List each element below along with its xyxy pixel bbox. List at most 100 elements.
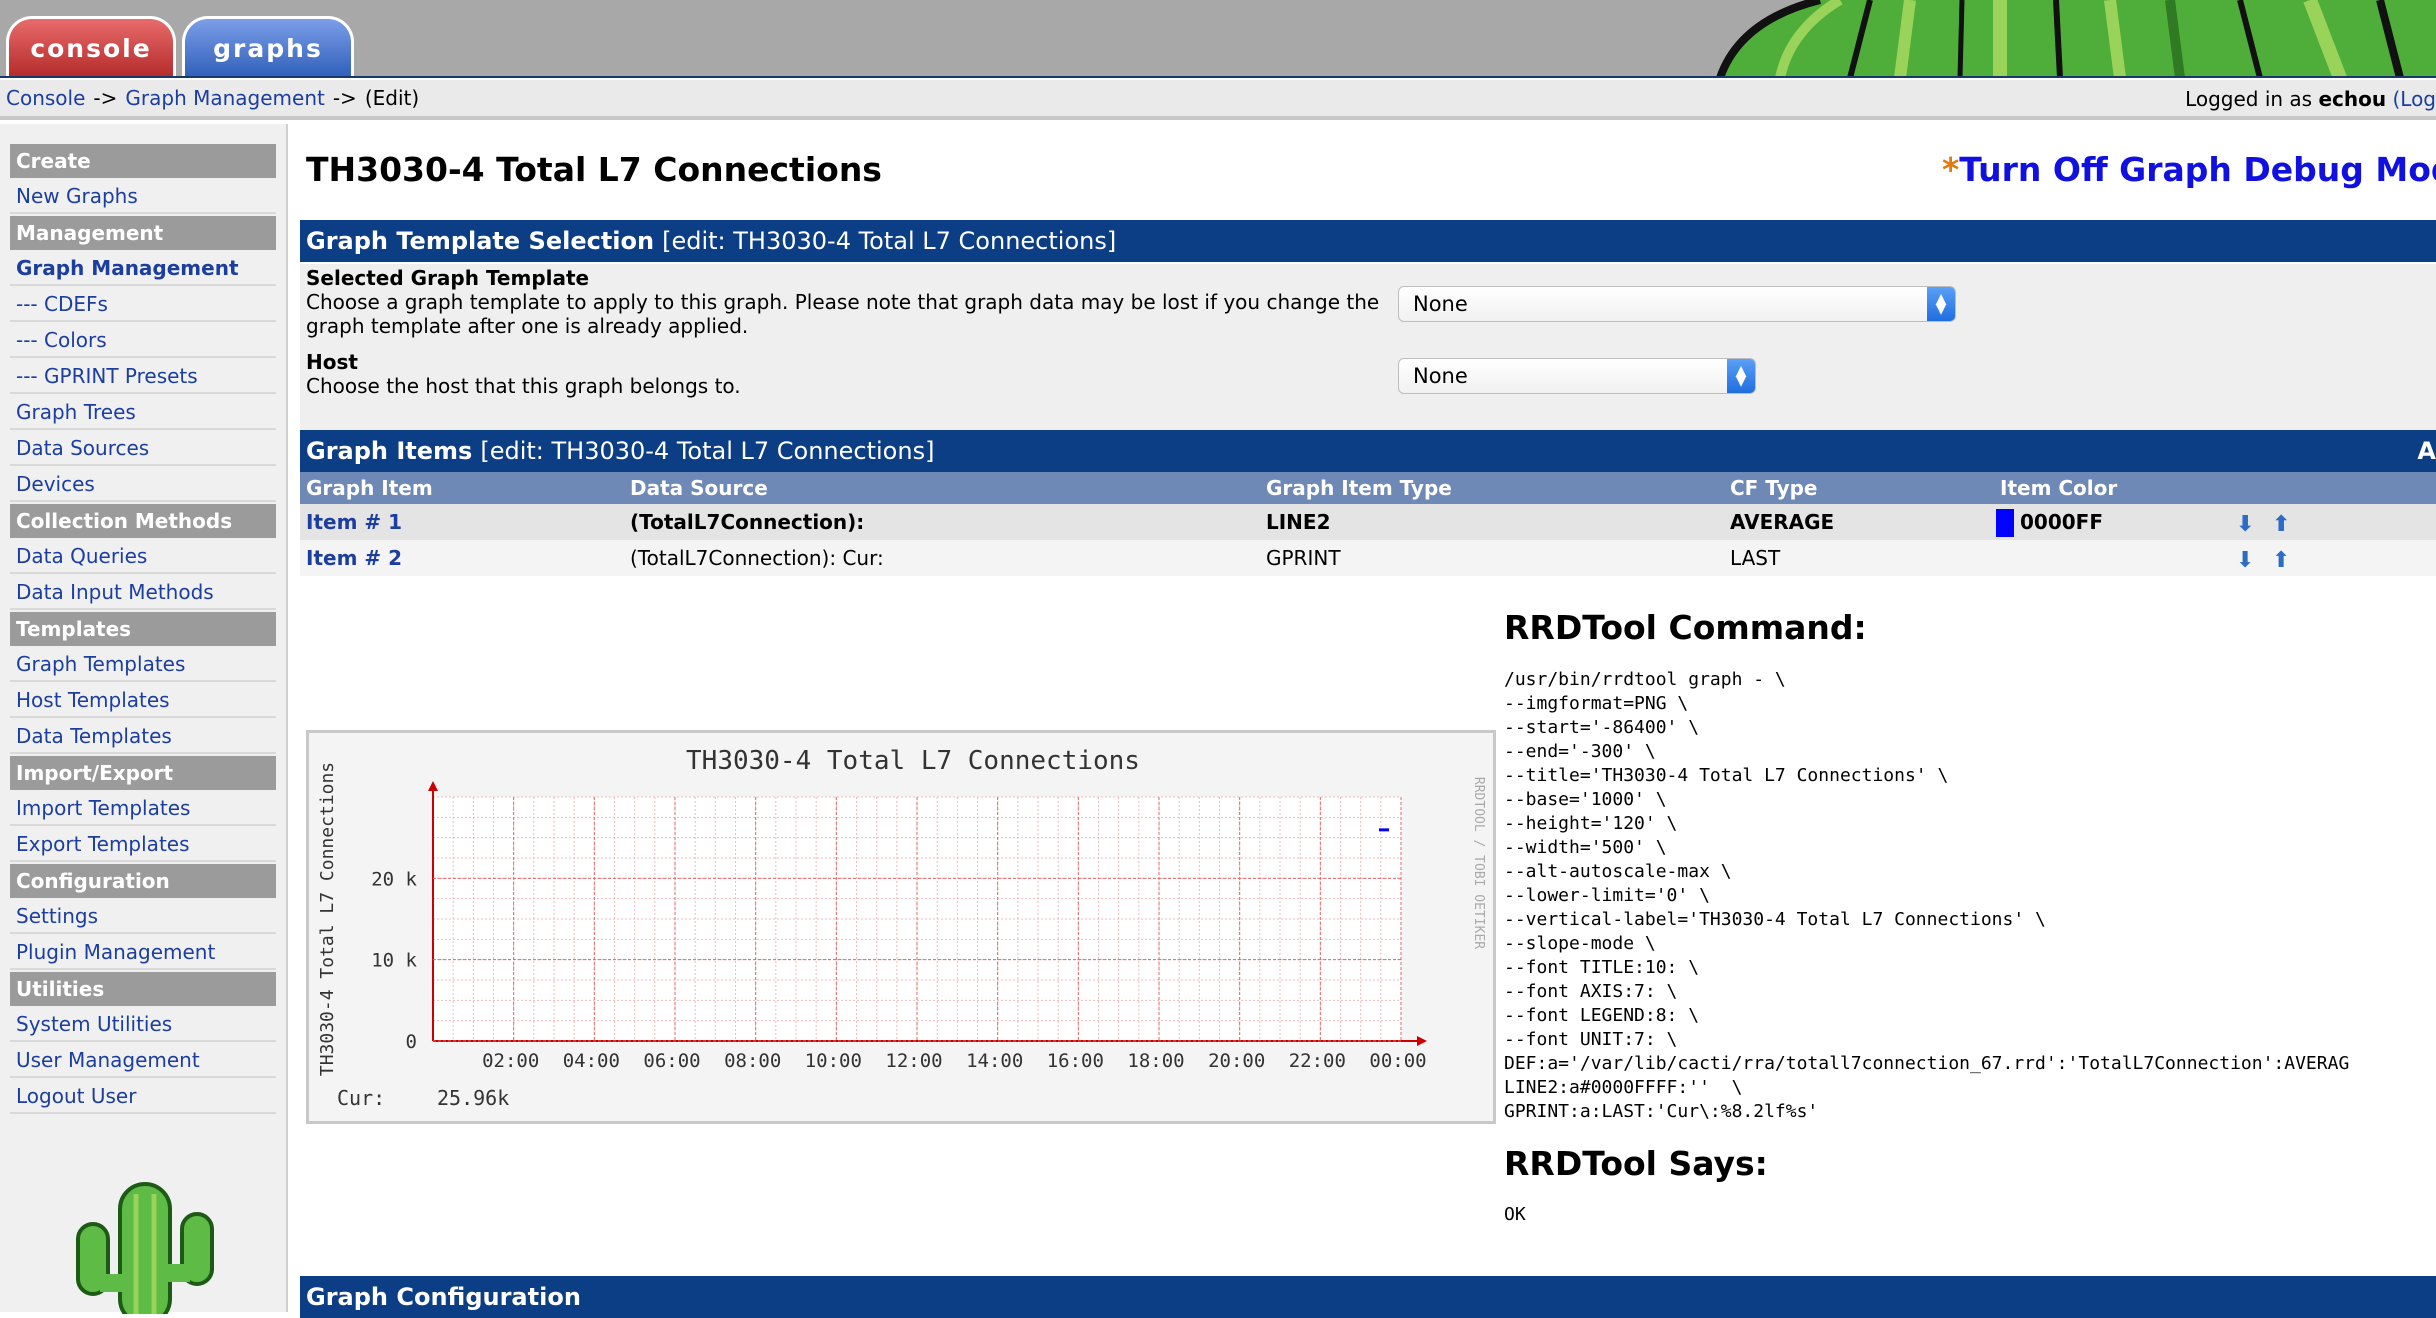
item-link[interactable]: Item # 2 (306, 546, 402, 570)
move-up-icon[interactable]: ⬆ (2272, 548, 2290, 573)
breadcrumb-separator: -> (93, 86, 118, 110)
sidebar-item-system-utilities[interactable]: System Utilities (10, 1008, 276, 1042)
add-item-link[interactable]: A (2417, 437, 2436, 465)
breadcrumb-graph-management-link[interactable]: Graph Management (125, 86, 324, 110)
cactus-logo-icon (76, 1182, 214, 1314)
x-tick-label: 16:00 (1047, 1050, 1104, 1072)
graph-template-value: None (1413, 292, 1468, 316)
sidebar-item-new-graphs[interactable]: New Graphs (10, 180, 276, 214)
sidebar-item-logout-user[interactable]: Logout User (10, 1080, 276, 1114)
y-tick-label: 20 k (371, 868, 417, 890)
tab-console[interactable]: console (6, 16, 176, 78)
breadcrumb-current: (Edit) (364, 86, 420, 110)
sidebar-item-colors[interactable]: --- Colors (10, 324, 276, 358)
rrdtool-command-text: /usr/bin/rrdtool graph - \ --imgformat=P… (1504, 669, 2350, 1122)
sidebar-header-collection-methods: Collection Methods (10, 504, 276, 538)
x-tick-label: 04:00 (563, 1050, 620, 1072)
selected-template-label: Selected Graph Template (306, 266, 590, 290)
move-down-icon[interactable]: ⬇ (2236, 512, 2254, 537)
x-tick-label: 20:00 (1208, 1050, 1265, 1072)
graph-watermark: RRDTOOL / TOBI OETIKER (1471, 777, 1486, 949)
toggle-debug-mode-link[interactable]: *Turn Off Graph Debug Mod (1942, 150, 2436, 189)
tab-graphs[interactable]: graphs (182, 16, 354, 78)
sidebar-item-export-templates[interactable]: Export Templates (10, 828, 276, 862)
sidebar-item-cdefs[interactable]: --- CDEFs (10, 288, 276, 322)
debug-star: * (1942, 150, 1960, 189)
logout-link[interactable]: (Log (2392, 87, 2436, 111)
sidebar-item-user-management[interactable]: User Management (10, 1044, 276, 1078)
sidebar-item-devices[interactable]: Devices (10, 468, 276, 502)
login-username: echou (2318, 87, 2387, 111)
sidebar-item-plugin-management[interactable]: Plugin Management (10, 936, 276, 970)
sidebar: Create New Graphs Management Graph Manag… (0, 124, 288, 1314)
x-tick-label: 12:00 (885, 1050, 942, 1072)
breadcrumb-console-link[interactable]: Console (6, 86, 85, 110)
section-title: Graph Template Selection (306, 227, 655, 255)
rrdtool-command-title: RRDTool Command: (1504, 608, 1867, 647)
sidebar-item-settings[interactable]: Settings (10, 900, 276, 934)
host-select[interactable]: None ▲ ▼ (1398, 358, 1756, 394)
host-value: None (1413, 364, 1468, 388)
item-data-source: (TotalL7Connection): Cur: (630, 546, 884, 570)
sidebar-item-data-input-methods[interactable]: Data Input Methods (10, 576, 276, 610)
y-tick-label: 10 k (371, 950, 417, 972)
move-down-icon[interactable]: ⬇ (2236, 548, 2254, 573)
x-tick-label: 00:00 (1369, 1050, 1426, 1072)
y-tick-label: 0 (406, 1031, 417, 1053)
sidebar-item-graph-trees[interactable]: Graph Trees (10, 396, 276, 430)
legend-value: 25.96k (437, 1086, 509, 1110)
x-tick-label: 22:00 (1289, 1050, 1346, 1072)
item-data-source: (TotalL7Connection): (630, 510, 865, 534)
item-link[interactable]: Item # 1 (306, 510, 402, 534)
sidebar-header-templates: Templates (10, 612, 276, 646)
sidebar-header-management: Management (10, 216, 276, 250)
x-tick-label: 18:00 (1127, 1050, 1184, 1072)
section-header-graph-items: Graph Items [edit: TH3030-4 Total L7 Con… (300, 430, 2436, 472)
col-data-source: Data Source (630, 476, 768, 500)
graph-template-select[interactable]: None ▲ ▼ (1398, 286, 1956, 322)
item-type: LINE2 (1266, 510, 1331, 534)
x-tick-label: 06:00 (643, 1050, 700, 1072)
select-arrows-icon: ▲ ▼ (1927, 287, 1955, 321)
sidebar-item-import-templates[interactable]: Import Templates (10, 792, 276, 826)
section-header-template-selection: Graph Template Selection [edit: TH3030-4… (300, 220, 2436, 262)
col-graph-item-type: Graph Item Type (1266, 476, 1452, 500)
sidebar-item-host-templates[interactable]: Host Templates (10, 684, 276, 718)
section-edit-label: [edit: TH3030-4 Total L7 Connections] (662, 227, 1117, 255)
login-prefix: Logged in as (2185, 87, 2313, 111)
sidebar-header-utilities: Utilities (10, 972, 276, 1006)
x-tick-label: 14:00 (966, 1050, 1023, 1072)
sidebar-item-gprint-presets[interactable]: --- GPRINT Presets (10, 360, 276, 394)
graph-y-label: TH3030-4 Total L7 Connections (317, 762, 338, 1076)
sidebar-item-graph-management[interactable]: Graph Management (10, 252, 276, 286)
graph-svg: TH3030-4 Total L7 Connections TH3030-4 To… (317, 746, 1486, 1110)
rrdtool-says-text: OK (1504, 1204, 1526, 1225)
x-tick-label: 02:00 (482, 1050, 539, 1072)
section-edit-label: [edit: TH3030-4 Total L7 Connections] (480, 437, 935, 465)
graph-preview: TH3030-4 Total L7 Connections TH3030-4 To… (306, 730, 1496, 1124)
main-content: TH3030-4 Total L7 Connections *Turn Off … (300, 124, 2436, 1318)
legend-label: Cur: (337, 1086, 385, 1110)
col-cf-type: CF Type (1730, 476, 1818, 500)
item-type: GPRINT (1266, 546, 1341, 570)
sidebar-header-create: Create (10, 144, 276, 178)
move-up-icon[interactable]: ⬆ (2272, 512, 2290, 537)
table-row: Item # 1 (TotalL7Connection): LINE2 AVER… (300, 504, 2436, 540)
sidebar-item-data-templates[interactable]: Data Templates (10, 720, 276, 754)
sidebar-item-data-queries[interactable]: Data Queries (10, 540, 276, 574)
login-status: Logged in as echou (Log (2185, 80, 2436, 118)
debug-link-label: Turn Off Graph Debug Mod (1959, 150, 2436, 189)
cactus-banner-graphic (1700, 0, 2436, 78)
items-table-header: Graph Item Data Source Graph Item Type C… (300, 472, 2436, 504)
item-cf: AVERAGE (1730, 510, 1835, 534)
section-title: Graph Items (306, 437, 473, 465)
sidebar-item-data-sources[interactable]: Data Sources (10, 432, 276, 466)
host-desc: Choose the host that this graph belongs … (306, 374, 741, 398)
sidebar-item-graph-templates[interactable]: Graph Templates (10, 648, 276, 682)
x-axis-arrow (1417, 1036, 1427, 1046)
x-tick-label: 10:00 (805, 1050, 862, 1072)
item-cf: LAST (1730, 546, 1781, 570)
breadcrumb-separator: -> (332, 86, 357, 110)
top-divider (0, 76, 2436, 78)
y-axis-arrow (428, 781, 438, 791)
